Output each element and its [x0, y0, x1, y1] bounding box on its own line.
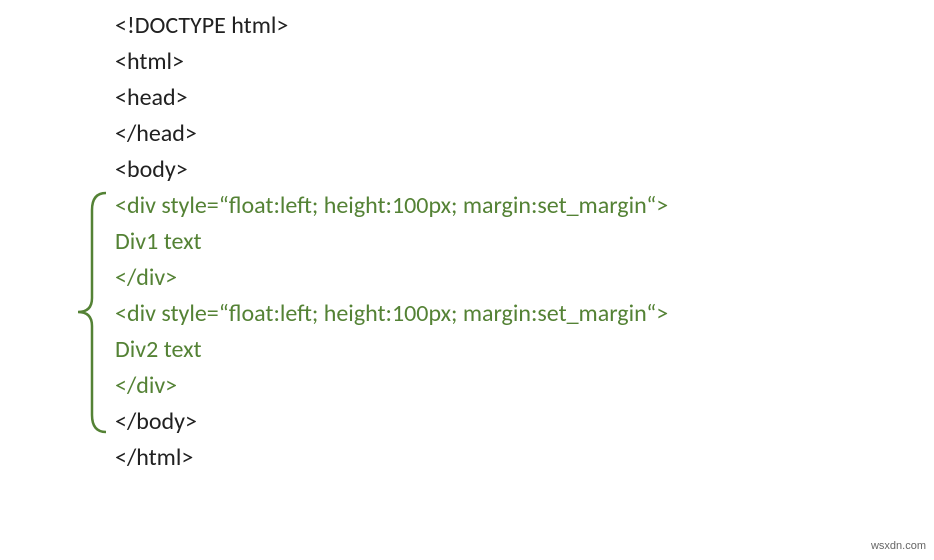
code-line-highlight: Div1 text [115, 224, 934, 260]
code-line-highlight: <div style=“float:left; height:100px; ma… [115, 188, 934, 224]
code-line: </body> [115, 404, 934, 440]
code-line: <body> [115, 152, 934, 188]
code-line-highlight: Div2 text [115, 332, 934, 368]
code-line: <head> [115, 80, 934, 116]
code-line: </head> [115, 116, 934, 152]
curly-brace-icon [72, 190, 112, 435]
code-line: <html> [115, 44, 934, 80]
code-line-highlight: </div> [115, 368, 934, 404]
code-snippet: <!DOCTYPE html> <html> <head> </head> <b… [0, 0, 934, 476]
code-line: </html> [115, 440, 934, 476]
code-line-highlight: </div> [115, 260, 934, 296]
watermark: wsxdn.com [871, 538, 926, 555]
code-line: <!DOCTYPE html> [115, 8, 934, 44]
code-line-highlight: <div style=“float:left; height:100px; ma… [115, 296, 934, 332]
